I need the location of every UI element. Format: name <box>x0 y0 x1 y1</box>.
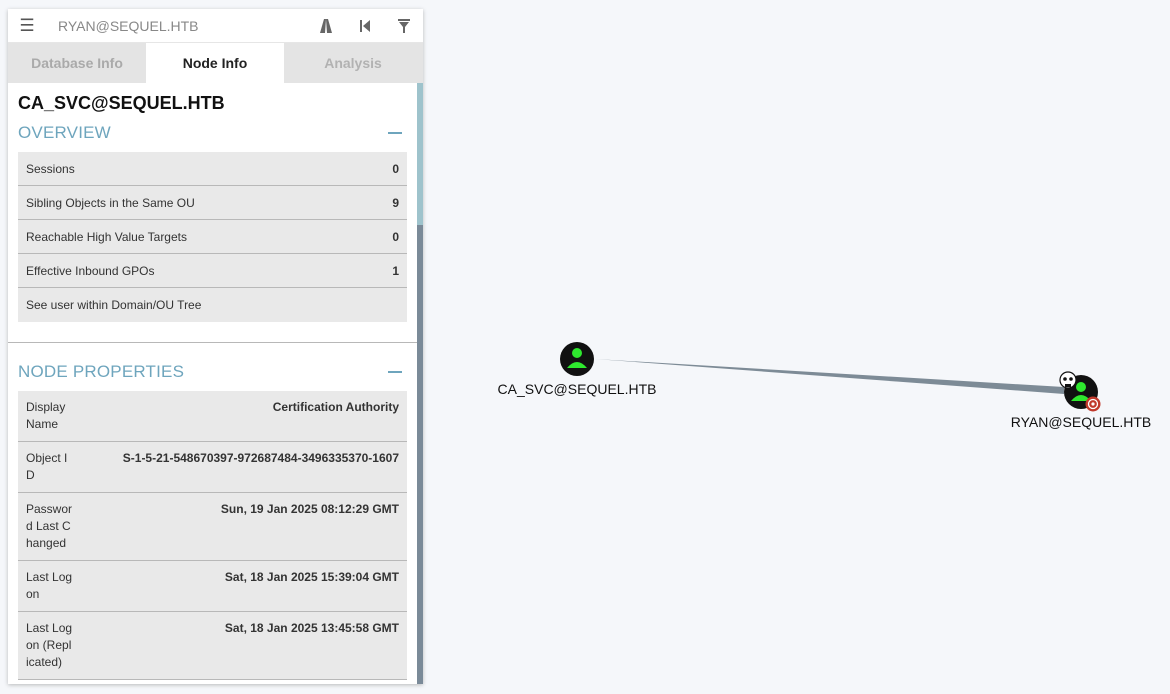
row-value: 1 <box>392 263 399 278</box>
node-ca-svc[interactable]: CA_SVC@SEQUEL.HTB <box>498 342 657 397</box>
prop-value: S-1-5-21-548670397-972687484-3496335370-… <box>122 451 399 465</box>
prop-label: Last Logon <box>26 570 73 601</box>
overview-row-high-value-targets[interactable]: Reachable High Value Targets 0 <box>18 220 407 254</box>
node-label-ryan: RYAN@SEQUEL.HTB <box>1011 414 1152 430</box>
properties-header: NODE PROPERTIES <box>8 353 417 391</box>
prop-row-last-logon: Last Logon Sat, 18 Jan 2025 15:39:04 GMT <box>18 561 407 612</box>
row-value: 0 <box>392 229 399 244</box>
overview-row-inbound-gpos[interactable]: Effective Inbound GPOs 1 <box>18 254 407 288</box>
side-panel: ☰ Database Info Node Info Analysis CA_SV… <box>8 9 423 684</box>
prop-row-display-name: Display Name Certification Authority <box>18 391 407 442</box>
user-icon <box>1076 382 1086 392</box>
skull-icon <box>1059 371 1077 389</box>
filter-icon[interactable] <box>384 9 423 43</box>
scrollbar-thumb[interactable] <box>417 83 423 225</box>
node-title: CA_SVC@SEQUEL.HTB <box>18 93 225 113</box>
overview-title: OVERVIEW <box>18 123 111 142</box>
tab-node-info[interactable]: Node Info <box>146 43 284 83</box>
collapse-properties-icon[interactable] <box>388 371 402 373</box>
overview-list: Sessions 0 Sibling Objects in the Same O… <box>18 152 407 322</box>
back-icon[interactable] <box>345 9 384 43</box>
row-value: 0 <box>392 161 399 176</box>
row-label: Reachable High Value Targets <box>26 229 187 244</box>
tab-analysis[interactable]: Analysis <box>284 43 422 83</box>
user-icon <box>572 348 582 358</box>
prop-label: Last Logon (Replicated) <box>26 621 73 669</box>
see-user-in-tree-link[interactable]: See user within Domain/OU Tree <box>18 288 407 322</box>
target-icon <box>1085 396 1101 412</box>
row-value: 9 <box>392 195 399 210</box>
row-label: Sibling Objects in the Same OU <box>26 195 195 210</box>
edge-ca-svc-to-ryan[interactable] <box>595 359 1064 394</box>
section-divider <box>8 342 417 343</box>
properties-title: NODE PROPERTIES <box>18 362 185 381</box>
row-label: Effective Inbound GPOs <box>26 263 155 278</box>
overview-row-sibling-objects[interactable]: Sibling Objects in the Same OU 9 <box>18 186 407 220</box>
prop-label: Password Last Changed <box>26 502 73 550</box>
tab-bar: Database Info Node Info Analysis <box>8 43 423 83</box>
collapse-overview-icon[interactable] <box>388 132 402 134</box>
prop-label: Object ID <box>26 451 68 482</box>
properties-list: Display Name Certification Authority Obj… <box>18 391 407 680</box>
node-info-content: CA_SVC@SEQUEL.HTB OVERVIEW Sessions 0 Si… <box>8 83 417 684</box>
overview-header: OVERVIEW <box>8 114 417 152</box>
node-ryan[interactable]: RYAN@SEQUEL.HTB <box>1011 371 1152 430</box>
row-label: Sessions <box>26 161 75 176</box>
prop-value: Certification Authority <box>272 400 399 414</box>
tab-database-info[interactable]: Database Info <box>8 43 146 83</box>
prop-row-last-logon-replicated: Last Logon (Replicated) Sat, 18 Jan 2025… <box>18 612 407 680</box>
search-input[interactable] <box>46 17 306 34</box>
prop-value: Sat, 18 Jan 2025 15:39:04 GMT <box>224 570 399 584</box>
node-label-ca-svc: CA_SVC@SEQUEL.HTB <box>498 381 657 397</box>
prop-value: Sat, 18 Jan 2025 13:45:58 GMT <box>224 621 399 635</box>
pathfinding-icon[interactable] <box>306 9 345 43</box>
overview-row-sessions[interactable]: Sessions 0 <box>18 152 407 186</box>
prop-row-password-last-changed: Password Last Changed Sun, 19 Jan 2025 0… <box>18 493 407 561</box>
prop-row-object-id: Object ID S-1-5-21-548670397-972687484-3… <box>18 442 407 493</box>
prop-value: Sun, 19 Jan 2025 08:12:29 GMT <box>220 502 399 516</box>
search-bar: ☰ <box>8 9 423 43</box>
menu-icon[interactable]: ☰ <box>8 16 46 36</box>
prop-label: Display Name <box>26 400 66 431</box>
